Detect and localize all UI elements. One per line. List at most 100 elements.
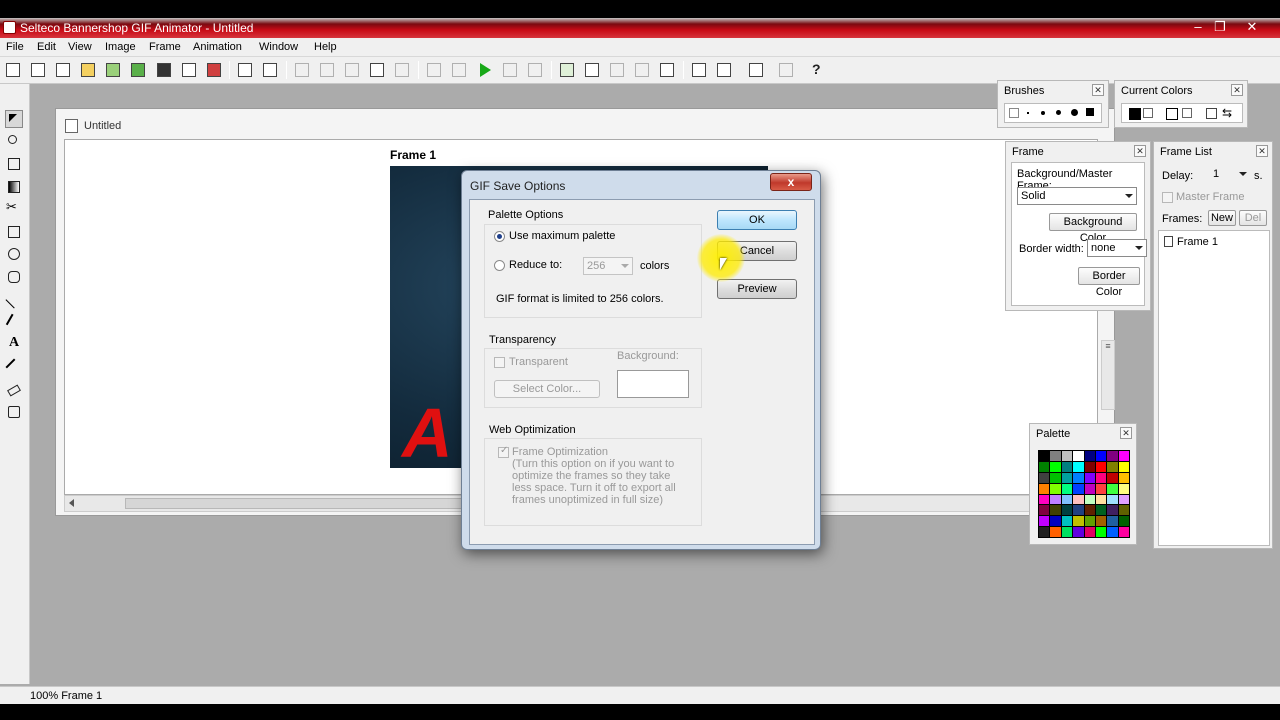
brush-size-icon[interactable] xyxy=(1086,108,1094,116)
palette-swatch[interactable] xyxy=(1073,527,1084,537)
redo-icon[interactable] xyxy=(394,62,410,78)
palette-swatch[interactable] xyxy=(1107,451,1118,461)
wizard-icon[interactable] xyxy=(181,62,197,78)
palette-swatch[interactable] xyxy=(1039,483,1050,494)
palette-swatch[interactable] xyxy=(1095,483,1107,494)
fill-bucket-icon[interactable] xyxy=(5,403,23,421)
palette-swatch[interactable] xyxy=(1039,505,1050,516)
border-width-select[interactable]: none xyxy=(1087,239,1147,257)
dialog-close-button[interactable]: x xyxy=(770,173,812,191)
palette-swatch[interactable] xyxy=(1050,516,1061,527)
palette-swatch[interactable] xyxy=(1107,516,1118,527)
pointer-tool-icon[interactable] xyxy=(5,110,23,128)
palette-swatch[interactable] xyxy=(1107,527,1118,537)
palette-swatch[interactable] xyxy=(1107,472,1118,483)
palette-swatch[interactable] xyxy=(1050,461,1061,472)
default-colors-icon[interactable] xyxy=(1206,108,1217,119)
palette-swatch[interactable] xyxy=(1118,527,1129,537)
menu-image[interactable]: Image xyxy=(105,41,136,53)
palette-close-icon[interactable]: ✕ xyxy=(1120,427,1132,439)
play-icon[interactable] xyxy=(477,62,493,78)
palette-swatch[interactable] xyxy=(1061,451,1073,461)
palette-swatch[interactable] xyxy=(1118,483,1129,494)
palette-swatch[interactable] xyxy=(1084,451,1095,461)
gradient-tool-icon[interactable] xyxy=(5,178,23,196)
open-folder-icon[interactable] xyxy=(80,62,96,78)
palette-swatch[interactable] xyxy=(1073,483,1084,494)
palette-swatch[interactable] xyxy=(1073,505,1084,516)
palette-swatch[interactable] xyxy=(1084,472,1095,483)
palette-swatch[interactable] xyxy=(1084,483,1095,494)
menu-file[interactable]: File xyxy=(6,41,24,53)
rotate-icon[interactable] xyxy=(609,62,625,78)
help-icon[interactable]: ? xyxy=(809,61,825,78)
preview-button[interactable]: Preview xyxy=(717,279,797,299)
frame-panel-close-icon[interactable]: ✕ xyxy=(1134,145,1146,157)
scissors-tool-icon[interactable]: ✂ xyxy=(5,199,23,218)
palette-swatch[interactable] xyxy=(1039,516,1050,527)
rounded-rectangle-icon[interactable] xyxy=(5,268,23,286)
frame-list-close-icon[interactable]: ✕ xyxy=(1256,145,1268,157)
vertical-scrollbar[interactable]: ≡ xyxy=(1101,340,1115,410)
menu-edit[interactable]: Edit xyxy=(37,41,56,53)
copy-icon[interactable] xyxy=(319,62,335,78)
brush-size-icon[interactable] xyxy=(1056,110,1061,115)
palette-swatch[interactable] xyxy=(1107,494,1118,505)
undo-icon[interactable] xyxy=(369,62,385,78)
palette-swatch[interactable] xyxy=(1039,451,1050,461)
scroll-left-icon[interactable] xyxy=(69,499,74,507)
frame-properties-icon[interactable] xyxy=(748,62,764,78)
transparent-checkbox[interactable] xyxy=(494,357,505,368)
palette-swatch[interactable] xyxy=(1084,527,1095,537)
palette-grid[interactable] xyxy=(1038,450,1130,538)
close-window-button[interactable]: ✕ xyxy=(1240,19,1264,35)
new-from-image-icon[interactable] xyxy=(30,62,46,78)
swap-colors-icon[interactable] xyxy=(1182,108,1192,118)
palette-swatch[interactable] xyxy=(1118,461,1129,472)
frame-optimization-checkbox[interactable] xyxy=(498,445,509,458)
palette-swatch[interactable] xyxy=(1061,527,1073,537)
resize-icon[interactable] xyxy=(716,62,732,78)
save-icon[interactable] xyxy=(156,62,172,78)
palette-swatch[interactable] xyxy=(1095,494,1107,505)
palette-swatch[interactable] xyxy=(1061,472,1073,483)
text-effect-icon[interactable] xyxy=(634,62,650,78)
pencil-tool-icon[interactable] xyxy=(5,313,23,331)
background-color-button[interactable]: Background Color xyxy=(1049,213,1137,244)
palette-swatch[interactable] xyxy=(1050,483,1061,494)
palette-swatch[interactable] xyxy=(1095,472,1107,483)
palette-swatch[interactable] xyxy=(1118,516,1129,527)
brush-size-icon[interactable] xyxy=(1009,108,1019,118)
palette-swatch[interactable] xyxy=(1073,516,1084,527)
delay-input[interactable]: 1 xyxy=(1210,166,1250,184)
palette-swatch[interactable] xyxy=(1118,505,1129,516)
cut-icon[interactable] xyxy=(294,62,310,78)
insert-frame-icon[interactable] xyxy=(584,62,600,78)
brush-size-icon[interactable] xyxy=(1071,109,1078,116)
ok-button[interactable]: OK xyxy=(717,210,797,230)
palette-swatch[interactable] xyxy=(1073,451,1084,461)
minimize-button[interactable]: – xyxy=(1186,19,1210,35)
print-preview-icon[interactable] xyxy=(262,62,278,78)
current-colors-close-icon[interactable]: ✕ xyxy=(1231,84,1243,96)
foreground-color-swatch[interactable] xyxy=(1129,108,1141,120)
frame-list-item[interactable]: Frame 1 xyxy=(1177,236,1218,248)
effects-icon[interactable] xyxy=(206,62,222,78)
paste-icon[interactable] xyxy=(344,62,360,78)
palette-swatch[interactable] xyxy=(1107,461,1118,472)
previous-frame-icon[interactable] xyxy=(451,62,467,78)
brushes-close-icon[interactable]: ✕ xyxy=(1092,84,1104,96)
menu-help[interactable]: Help xyxy=(314,41,337,53)
last-frame-icon[interactable] xyxy=(527,62,543,78)
reduce-colors-select[interactable]: 256 xyxy=(583,257,633,275)
palette-swatch[interactable] xyxy=(1039,472,1050,483)
palette-swatch[interactable] xyxy=(1107,483,1118,494)
brush-sizes[interactable] xyxy=(1004,103,1102,123)
print-icon[interactable] xyxy=(237,62,253,78)
eyedropper-tool-icon[interactable] xyxy=(5,358,23,376)
swap-colors-icon[interactable] xyxy=(1143,108,1153,118)
palette-swatch[interactable] xyxy=(1107,505,1118,516)
palette-swatch[interactable] xyxy=(1050,505,1061,516)
new-file-icon[interactable] xyxy=(5,62,21,78)
palette-swatch[interactable] xyxy=(1073,472,1084,483)
